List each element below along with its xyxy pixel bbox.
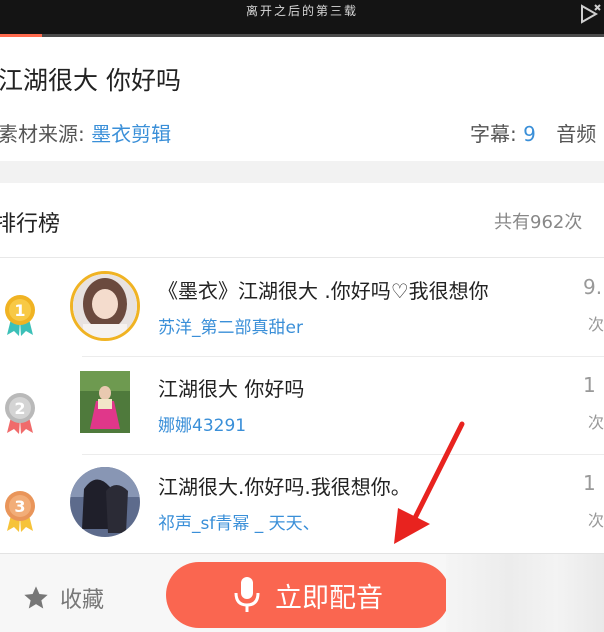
- divider: [82, 454, 604, 455]
- stats-row: 字幕: 9 音频: [470, 118, 596, 147]
- play-count-unit: 次: [588, 315, 604, 334]
- silver-medal-icon: 2: [5, 393, 35, 434]
- material-info-card: 江湖很大 你好吗 素材来源: 墨衣剪辑 字幕: 9 音频: [0, 37, 604, 161]
- play-count: 1: [583, 471, 596, 495]
- avatar[interactable]: [70, 271, 140, 341]
- video-player[interactable]: 离开之后的第三载: [0, 0, 604, 37]
- ranking-row[interactable]: 3 江湖很大.你好吗.我很想你。 祁声_sf青幂 _ 天天、 1 次: [0, 457, 604, 553]
- ranking-title: 排行榜: [0, 212, 61, 237]
- ranking-row[interactable]: 2 江湖很大 你好吗 娜娜43291 1 次: [0, 359, 604, 455]
- subtitle-count: 9: [523, 122, 536, 146]
- author-name[interactable]: 娜娜43291: [158, 411, 246, 436]
- favorite-label: 收藏: [60, 588, 105, 613]
- play-icon[interactable]: [578, 2, 602, 26]
- video-caption: 离开之后的第三载: [245, 4, 358, 18]
- subtitle-label: 字幕:: [470, 122, 517, 146]
- avatar[interactable]: [70, 467, 140, 537]
- blurred-region: [446, 554, 604, 632]
- play-count: 1: [583, 373, 596, 397]
- avatar[interactable]: [80, 371, 130, 433]
- work-title[interactable]: 江湖很大.你好吗.我很想你。: [158, 471, 411, 500]
- source-row: 素材来源: 墨衣剪辑: [0, 118, 171, 147]
- medal-rank-number: 1: [14, 301, 25, 320]
- avatar-image: [73, 274, 137, 338]
- source-link[interactable]: 墨衣剪辑: [91, 122, 171, 146]
- ranking-total: 共有962次: [494, 212, 583, 233]
- bronze-medal-icon: 3: [5, 491, 35, 532]
- avatar-image: [80, 371, 130, 433]
- ranking-card: 排行榜 共有962次 1 《墨衣》江湖很大 .你好吗♡我很想你 苏洋_第二部真甜…: [0, 183, 604, 553]
- star-icon: [24, 586, 48, 609]
- ranking-row[interactable]: 1 《墨衣》江湖很大 .你好吗♡我很想你 苏洋_第二部真甜er 9. 次: [0, 261, 604, 357]
- author-name[interactable]: 祁声_sf青幂 _ 天天、: [158, 509, 320, 534]
- medal-rank-number: 3: [14, 497, 25, 516]
- divider: [0, 257, 604, 258]
- source-label: 素材来源:: [0, 122, 85, 146]
- play-count-unit: 次: [588, 413, 604, 432]
- medal-rank-number: 2: [14, 399, 25, 418]
- dub-now-button[interactable]: 立即配音: [166, 562, 450, 628]
- red-arrow-annotation: [394, 421, 465, 544]
- favorite-button[interactable]: 收藏: [22, 582, 104, 614]
- play-count-unit: 次: [588, 511, 604, 530]
- avatar-image: [70, 467, 140, 537]
- gold-medal-icon: 1: [5, 295, 35, 336]
- material-title: 江湖很大 你好吗: [0, 66, 181, 95]
- author-name[interactable]: 苏洋_第二部真甜er: [158, 313, 303, 338]
- divider: [82, 356, 604, 357]
- audio-label: 音频: [556, 122, 597, 146]
- microphone-icon: [234, 577, 260, 612]
- work-title[interactable]: 江湖很大 你好吗: [158, 373, 304, 402]
- play-count: 9.: [583, 275, 603, 299]
- bottom-action-bar: 收藏 立即配音: [0, 553, 604, 632]
- work-title[interactable]: 《墨衣》江湖很大 .你好吗♡我很想你: [158, 275, 489, 304]
- dub-now-label: 立即配音: [275, 582, 383, 614]
